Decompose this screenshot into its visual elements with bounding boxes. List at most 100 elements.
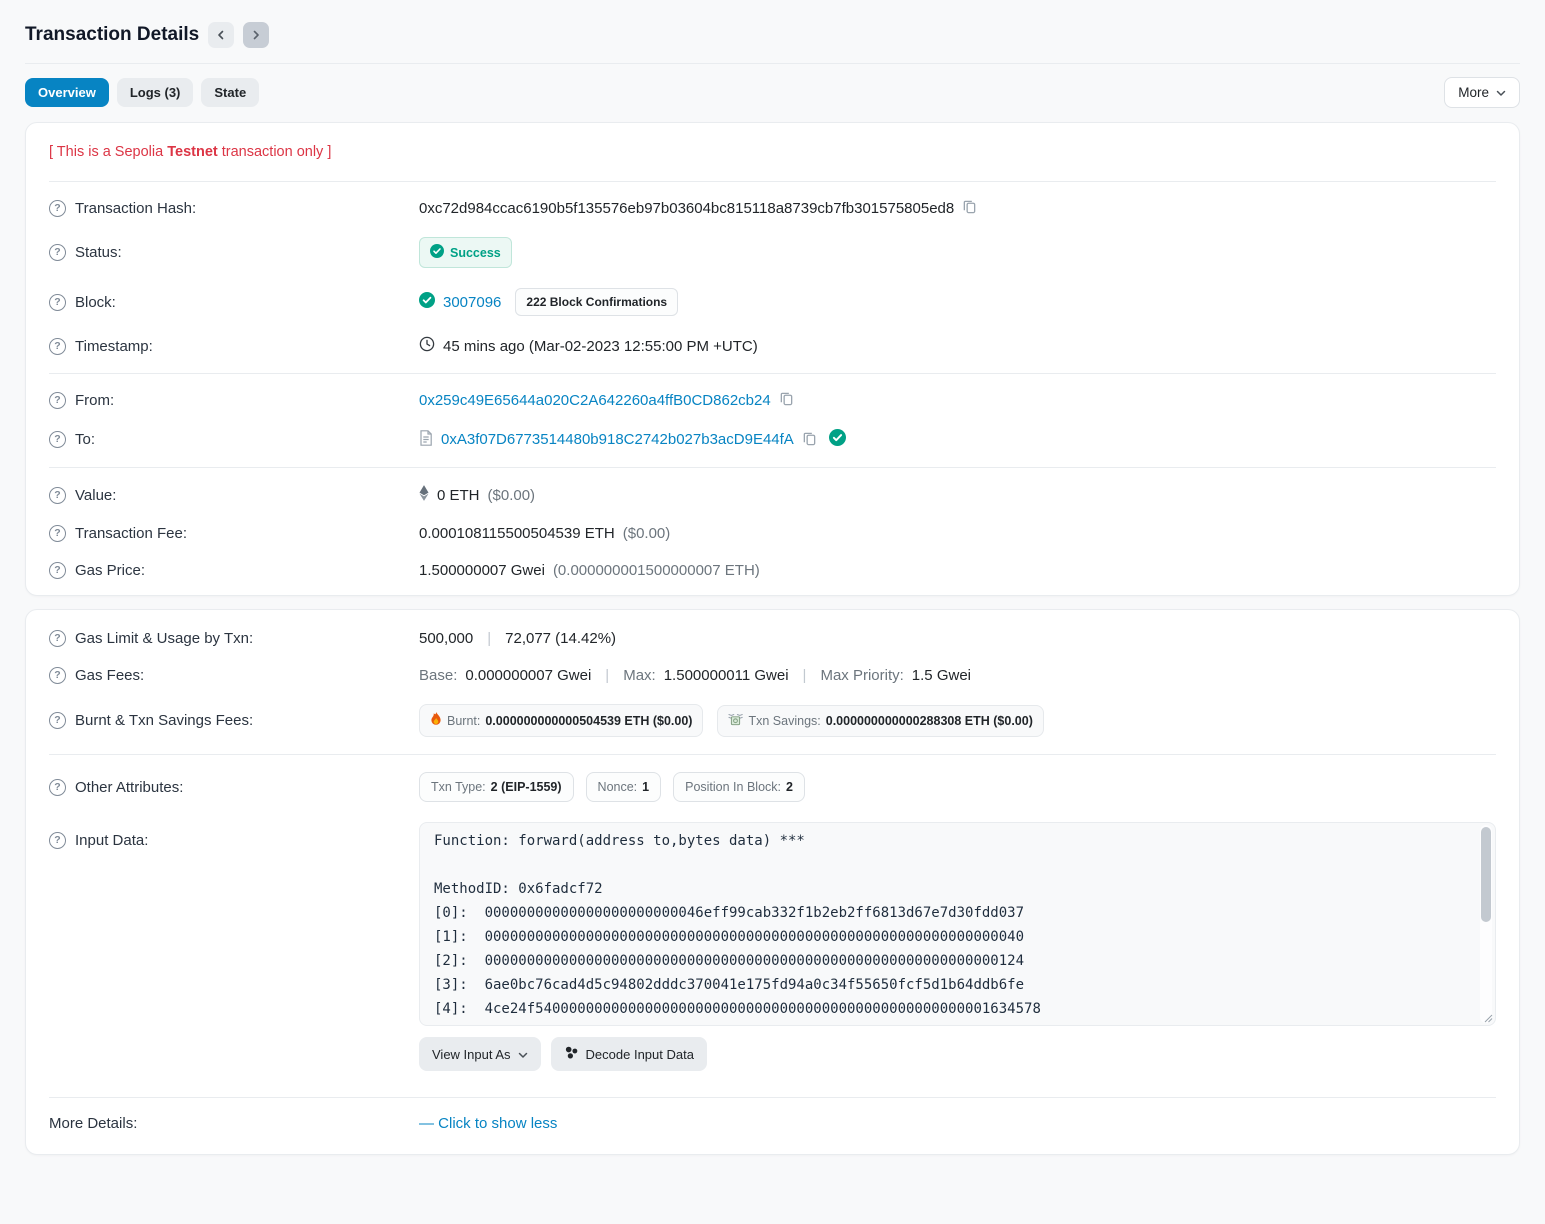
help-icon[interactable]: ? [49,431,66,448]
clock-icon [419,336,435,356]
position-in-block-badge: Position In Block: 2 [673,772,805,802]
tab-state[interactable]: State [201,78,259,107]
other-attributes-label: Other Attributes: [75,779,183,796]
help-icon[interactable]: ? [49,562,66,579]
input-data-label: Input Data: [75,832,148,849]
more-details-label: More Details: [49,1115,137,1132]
burnt-badge: Burnt: 0.000000000000504539 ETH ($0.00) [419,704,703,737]
status-badge: Success [419,237,512,268]
divider [49,181,1496,182]
view-input-as-button[interactable]: View Input As [419,1037,541,1071]
help-icon[interactable]: ? [49,779,66,796]
burnt-value: 0.000000000000504539 ETH ($0.00) [485,714,692,728]
max-fee-value: 1.500000011 Gwei [664,667,789,684]
help-icon[interactable]: ? [49,630,66,647]
timestamp-value: 45 mins ago (Mar-02-2023 12:55:00 PM +UT… [443,338,758,355]
help-icon[interactable]: ? [49,338,66,355]
copy-icon [962,199,977,217]
tab-bar: Overview Logs (3) State More [25,77,1520,108]
value-row: ? Value: 0 ETH ($0.00) [49,475,1496,515]
check-circle-icon [419,292,435,312]
from-row: ? From: 0x259c49E65644a020C2A642260a4ffB… [49,381,1496,419]
block-label: Block: [75,294,116,311]
tab-logs[interactable]: Logs (3) [117,78,194,107]
max-priority-fee-value: 1.5 Gwei [912,667,971,684]
previous-transaction-button[interactable] [208,22,234,48]
gas-fees-row: ? Gas Fees: Base: 0.000000007 Gwei | Max… [49,657,1496,694]
copy-icon [779,391,794,409]
check-circle-icon [430,244,444,261]
input-data-row: ? Input Data: Function: forward(address … [49,812,1496,1081]
burnt-label: Burnt: [447,714,480,728]
copy-hash-button[interactable] [962,199,977,217]
fire-icon [430,712,442,729]
help-icon[interactable]: ? [49,392,66,409]
show-less-link[interactable]: — Click to show less [419,1115,557,1132]
to-row: ? To: 0xA3f07D6773514480b918C2742b027b3a… [49,419,1496,460]
transaction-hash-label: Transaction Hash: [75,200,196,217]
transaction-hash-row: ? Transaction Hash: 0xc72d984ccac6190b5f… [49,189,1496,227]
more-label: More [1458,85,1489,100]
transaction-fee-usd: ($0.00) [623,525,671,542]
divider [49,754,1496,755]
page-title: Transaction Details [25,24,199,46]
nonce-badge: Nonce: 1 [586,772,662,802]
next-transaction-button[interactable] [243,22,269,48]
help-icon[interactable]: ? [49,667,66,684]
decode-input-data-button[interactable]: Decode Input Data [551,1037,707,1071]
transaction-details-page: Transaction Details Overview Logs (3) St… [0,0,1545,1155]
help-icon[interactable]: ? [49,244,66,261]
max-fee-label: Max: [623,667,656,684]
pipe-separator: | [599,667,615,684]
burnt-fees-label: Burnt & Txn Savings Fees: [75,712,253,729]
details-card: ? Gas Limit & Usage by Txn: 500,000 | 72… [25,609,1520,1155]
gas-price-row: ? Gas Price: 1.500000007 Gwei (0.0000000… [49,552,1496,589]
input-scrollbar-track[interactable] [1480,825,1492,1023]
decode-icon [564,1045,579,1063]
help-icon[interactable]: ? [49,712,66,729]
copy-icon [802,431,817,449]
burnt-fees-row: ? Burnt & Txn Savings Fees: Burnt: 0.000… [49,694,1496,747]
overview-card: [ This is a Sepolia Testnet transaction … [25,122,1520,596]
gas-limit-label: Gas Limit & Usage by Txn: [75,630,253,647]
value-usd: ($0.00) [488,487,536,504]
copy-from-address-button[interactable] [779,391,794,409]
gas-price-eth: (0.000000001500000007 ETH) [553,562,760,579]
transaction-fee-row: ? Transaction Fee: 0.000108115500504539 … [49,515,1496,552]
pipe-separator: | [797,667,813,684]
decode-input-data-label: Decode Input Data [586,1047,694,1062]
nonce-label: Nonce: [598,780,638,794]
gas-fees-label: Gas Fees: [75,667,144,684]
chevron-right-icon [251,28,261,43]
verified-check-circle-icon [829,429,846,450]
input-scrollbar-thumb[interactable] [1481,827,1491,922]
input-data-textarea[interactable]: Function: forward(address to,bytes data)… [419,822,1496,1026]
to-address-link[interactable]: 0xA3f07D6773514480b918C2742b027b3acD9E44… [441,431,794,448]
money-with-wings-icon [728,713,743,729]
txn-savings-label: Txn Savings: [748,714,820,728]
resize-grip-icon[interactable] [1484,1014,1493,1023]
txn-savings-badge: Txn Savings: 0.000000000000288308 ETH ($… [717,705,1043,737]
base-fee-value: 0.000000007 Gwei [465,667,591,684]
help-icon[interactable]: ? [49,294,66,311]
page-header: Transaction Details [25,14,1520,63]
from-address-link[interactable]: 0x259c49E65644a020C2A642260a4ffB0CD862cb… [419,392,771,409]
help-icon[interactable]: ? [49,832,66,849]
block-number-link[interactable]: 3007096 [443,294,501,311]
transaction-fee-label: Transaction Fee: [75,525,187,542]
divider [49,467,1496,468]
position-in-block-label: Position In Block: [685,780,781,794]
block-confirmations-badge: 222 Block Confirmations [515,288,678,316]
copy-to-address-button[interactable] [802,431,817,449]
status-row: ? Status: Success [49,227,1496,278]
txn-type-value: 2 (EIP-1559) [491,780,562,794]
value-label: Value: [75,487,116,504]
more-dropdown-button[interactable]: More [1444,77,1520,108]
chevron-left-icon [216,28,226,43]
tab-overview[interactable]: Overview [25,78,109,107]
transaction-fee-amount: 0.000108115500504539 ETH [419,525,615,542]
gas-limit-row: ? Gas Limit & Usage by Txn: 500,000 | 72… [49,616,1496,657]
help-icon[interactable]: ? [49,200,66,217]
help-icon[interactable]: ? [49,487,66,504]
help-icon[interactable]: ? [49,525,66,542]
